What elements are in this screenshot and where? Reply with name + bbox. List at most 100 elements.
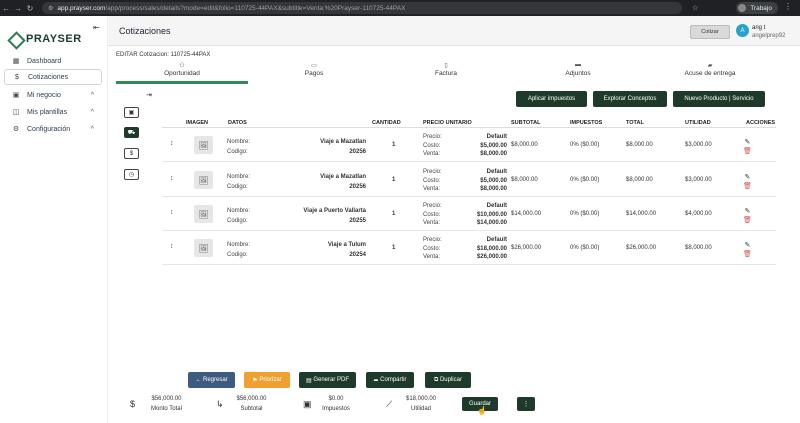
generar-pdf-button[interactable]: ▤ Generar PDF [299,372,356,388]
banknote-icon: ▣ [303,399,312,409]
sidebar-item-cotizaciones[interactable]: $ Cotizaciones [4,69,102,85]
cart-icon: ⛟ [127,129,136,136]
sidebar-item-label: Dashboard [27,57,62,65]
apply-taxes-button[interactable]: Aplicar impuestos [516,91,587,107]
tab-factura[interactable]: ▯ Factura [380,60,512,86]
image-placeholder-icon[interactable]: 🖼 [194,205,213,223]
compartir-label: Compartir [380,377,407,383]
arrow-left-icon: ← [195,377,203,383]
more-options-button[interactable]: ⋮ [517,397,535,411]
drag-handle-icon[interactable]: ↕ [170,140,174,147]
contact-card-button[interactable]: ▣ [124,107,139,118]
compartir-button[interactable]: ➦ Compartir [366,372,414,388]
trash-icon[interactable]: 🗑 [743,250,752,259]
sidebar-collapse-icon[interactable]: ⇤ [93,23,100,32]
image-placeholder-icon[interactable]: 🖼 [194,239,213,257]
sidebar-item-label: Mis plantillas [27,108,68,116]
utilidad-stat: $18,000.00 Utilidad [405,396,437,412]
trash-icon[interactable]: 🗑 [743,216,752,225]
product-info: Viaje a Tulum 20254 [327,242,366,258]
table-row: ↕ 🖼 Nombre: Codigo: Viaje a Puerto Vallar… [162,199,776,231]
edit-icon[interactable]: ✎ [745,241,751,250]
browser-menu-icon[interactable]: ⋮ [784,2,792,11]
duplicar-button[interactable]: ⧉ Duplicar [425,372,471,388]
cotizar-button[interactable]: Cotizar [690,25,730,39]
subtotal-arrow-icon: ↳ [216,399,224,409]
price-values: Default $5,000.00 $8,000.00 [480,134,507,157]
trash-icon[interactable]: 🗑 [743,147,752,156]
sidebar-item-label: Mi negocio [27,91,61,99]
price-labels: Precio: Costo: Venta: [423,237,442,260]
briefcase-icon: ▣ [12,92,20,99]
edit-icon[interactable]: ✎ [745,207,751,216]
address-bar[interactable]: ⚙ app.prayser.com/app/process/sales/deta… [42,2,682,14]
tab-label: Pagos [304,70,324,77]
profile-button[interactable]: Trabajo [736,2,778,14]
pdf-file-icon: ▤ [305,377,314,384]
contact-card-icon: ▣ [128,110,135,116]
tax-value: 0% ($0.00) [570,177,600,183]
price-labels: Precio: Costo: Venta: [423,169,442,192]
total-value: $14,000.00 [626,211,657,217]
table-header: IMAGEN DATOS CANTIDAD PRECIO UNITARIO SU… [162,118,776,128]
forward-icon[interactable]: → [12,4,24,13]
row-actions: ✎ 🗑 [743,138,752,156]
trend-chart-icon: ⟋ [386,399,393,409]
image-placeholder-icon[interactable]: 🖼 [194,171,213,189]
sidebar-item-dashboard[interactable]: ▦ Dashboard [4,53,102,69]
image-placeholder-icon[interactable]: 🖼 [194,136,213,154]
regresar-button[interactable]: ← Regresar [188,372,235,388]
row-field-labels: Nombre: Codigo: [227,208,251,224]
grid-icon: ▦ [12,58,20,65]
logo: PRAYSER [8,32,82,46]
tab-adjuntos[interactable]: ▬ Adjuntos [512,60,644,86]
sidebar: ⇤ PRAYSER ▦ Dashboard $ Cotizaciones ▣ M… [0,16,108,423]
money-icon: $ [129,150,134,157]
row-actions: ✎ 🗑 [743,207,752,225]
quantity-value[interactable]: 1 [392,245,395,251]
quantity-value[interactable]: 1 [392,177,395,183]
priorizar-button[interactable]: ⚑ Priorizar [244,372,290,388]
share-icon: ➦ [373,377,381,384]
sidebar-item-mis-plantillas[interactable]: ◫ Mis plantillas ^ [4,104,102,120]
quantity-value[interactable]: 1 [392,211,395,217]
drag-handle-icon[interactable]: ↕ [170,243,174,250]
chevron-up-icon: ^ [90,125,94,133]
reload-icon[interactable]: ↻ [24,4,36,13]
tab-oportunidad[interactable]: ⚇ Oportunidad [116,60,248,86]
trash-icon[interactable]: 🗑 [743,182,752,191]
edit-icon[interactable]: ✎ [745,138,751,147]
subtotal-value: $8,000.00 [511,177,538,183]
more-options-icon: ⋮ [522,401,530,408]
expand-panel-icon[interactable]: ⇥ [146,91,152,99]
edit-icon[interactable]: ✎ [745,173,751,182]
site-info-icon[interactable]: ⚙ [48,5,53,12]
drag-handle-icon[interactable]: ↕ [170,209,174,216]
quantity-value[interactable]: 1 [392,142,395,148]
page-title: Cotizaciones [119,26,171,36]
user-email: angelprep92 [752,33,786,39]
avatar: A [736,24,749,37]
tab-pagos[interactable]: ▭ Pagos [248,60,380,86]
cart-button[interactable]: ⛟ [124,127,139,138]
back-icon[interactable]: ← [0,4,12,13]
drag-handle-icon[interactable]: ↕ [170,175,174,182]
bookmark-star-icon[interactable]: ☆ [692,4,698,12]
col-precio: PRECIO UNITARIO [423,120,472,126]
row-field-labels: Nombre: Codigo: [227,139,251,155]
money-button[interactable]: $ [124,148,139,159]
sidebar-item-configuracion[interactable]: ⚙ Configuración ^ [4,121,102,137]
new-product-button[interactable]: Nuevo Producto | Servicio [673,91,765,107]
row-actions: ✎ 🗑 [743,241,752,259]
col-datos: DATOS [228,120,247,126]
sidebar-item-mi-negocio[interactable]: ▣ Mi negocio ^ [4,87,102,103]
price-labels: Precio: Costo: Venta: [423,134,442,157]
product-info: Viaje a Mazatlan 20256 [320,139,366,155]
truck-icon: ▰ [707,63,713,69]
history-button[interactable]: ◷ [124,169,139,180]
regresar-label: Regresar [202,377,228,383]
explore-concepts-button[interactable]: Explorar Conceptos [593,91,667,107]
tab-acuse-de-entrega[interactable]: ▰ Acuse de entrega [644,60,776,86]
row-field-labels: Nombre: Codigo: [227,174,251,190]
user-menu[interactable]: A ang t angelprep92 [736,24,785,40]
